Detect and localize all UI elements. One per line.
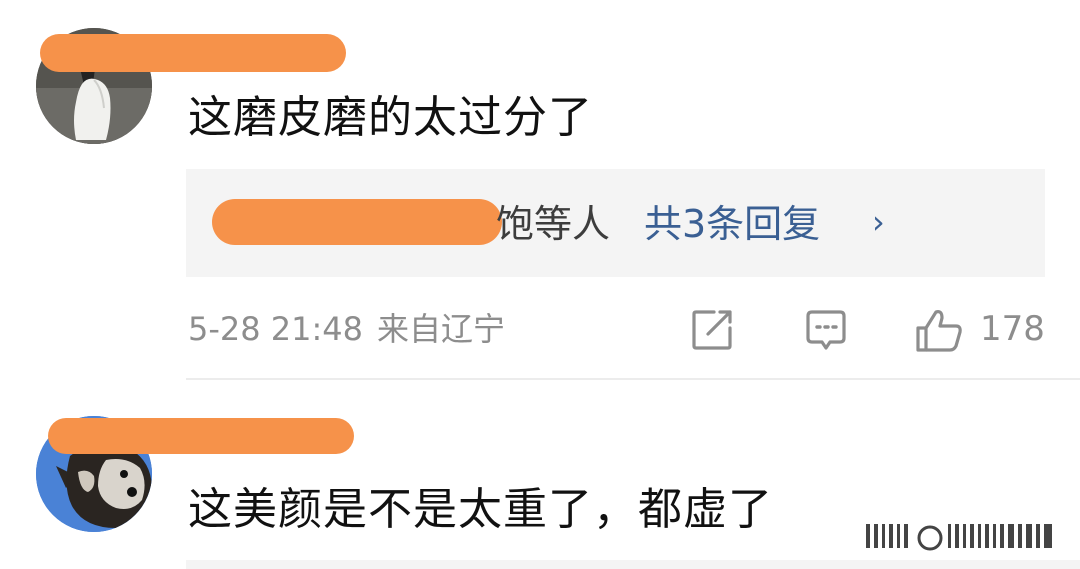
comment-text: 这美颜是不是太重了，都虚了	[188, 484, 773, 535]
chevron-right-icon: ›	[872, 203, 885, 241]
redacted-username	[48, 418, 354, 454]
share-icon	[692, 310, 732, 350]
redacted-username	[40, 34, 346, 72]
watermark-logo	[866, 524, 1052, 551]
comment-text: 这磨皮磨的太过分了	[188, 92, 593, 143]
comment-item: 这美颜是不是太重了，都虚了	[0, 380, 1080, 569]
reply-names-suffix: 饱等人	[496, 202, 611, 246]
thumbs-up-icon	[916, 310, 962, 352]
comment-location: 来自辽宁	[377, 310, 506, 348]
like-button[interactable]	[914, 308, 964, 352]
replies-preview[interactable]: 饱等人 共3条回复 ›	[186, 169, 1045, 277]
redacted-reply-names	[212, 199, 502, 245]
replies-preview-top	[186, 560, 1080, 569]
reply-button[interactable]	[804, 308, 848, 352]
comment-icon	[806, 310, 846, 350]
reply-count-link[interactable]: 共3条回复	[644, 201, 820, 247]
like-count: 178	[980, 309, 1045, 349]
comment-item: 这磨皮磨的太过分了 饱等人 共3条回复 › 5-28 21:48 来自辽宁 178	[0, 0, 1080, 380]
comment-meta: 5-28 21:48 来自辽宁	[188, 306, 519, 352]
share-button[interactable]	[690, 308, 734, 352]
comment-timestamp: 5-28 21:48	[188, 310, 364, 348]
